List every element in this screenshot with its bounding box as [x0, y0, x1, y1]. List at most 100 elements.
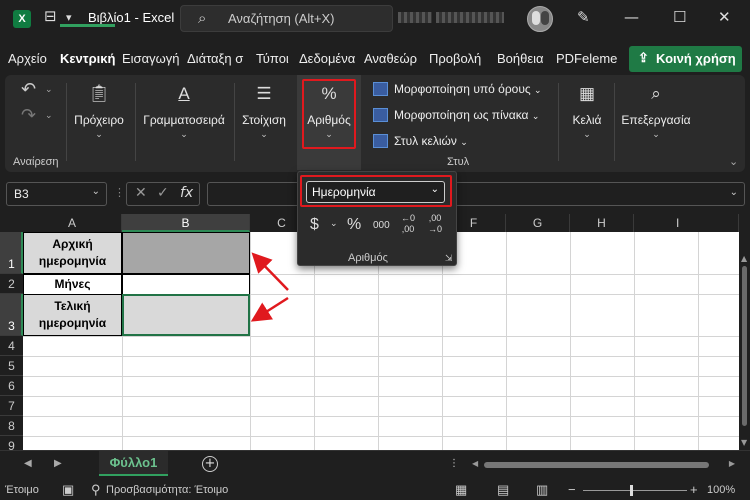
- chevron-down-icon: ⌄: [95, 129, 103, 139]
- accessibility-status[interactable]: Προσβασιμότητα: Έτοιμο: [106, 484, 228, 496]
- scroll-left-icon[interactable]: ◀: [472, 459, 478, 468]
- page-layout-icon[interactable]: ▤: [497, 482, 509, 498]
- maximize-icon[interactable]: ☐: [673, 8, 686, 26]
- row-header-8[interactable]: 8: [0, 416, 23, 436]
- redo-icon[interactable]: ↷: [21, 105, 36, 126]
- increase-decimal-button[interactable]: ←0,00: [401, 213, 415, 235]
- collapse-ribbon-icon[interactable]: ⌄: [729, 155, 738, 168]
- more-icon[interactable]: ⋮: [114, 186, 125, 199]
- cell-b3-selected[interactable]: [122, 294, 250, 336]
- status-bar: Έτοιμο ▣ ⚲ Προσβασιμότητα: Έτοιμο ▦ ▤ ▥ …: [0, 480, 750, 500]
- column-header-i[interactable]: I: [634, 214, 739, 232]
- font-button[interactable]: A Γραμματοσειρά ⌄: [138, 83, 230, 140]
- tab-pdfelement[interactable]: PDFeleme: [556, 51, 617, 66]
- name-box[interactable]: B3 ⌄: [6, 182, 107, 206]
- account-email-redacted: [436, 12, 504, 23]
- tab-file[interactable]: Αρχείο: [8, 51, 47, 66]
- enter-icon[interactable]: ✓: [157, 185, 169, 201]
- row-header-5[interactable]: 5: [0, 356, 23, 376]
- window-title: Βιβλίο1 - Excel: [88, 10, 175, 25]
- cell-a2[interactable]: Μήνες: [23, 274, 122, 295]
- excel-logo-icon: X: [13, 10, 31, 28]
- cell-b1[interactable]: [122, 232, 250, 274]
- zoom-in-icon[interactable]: +: [690, 482, 698, 497]
- tab-home[interactable]: Κεντρική: [60, 51, 115, 66]
- pen-icon[interactable]: ✎: [577, 8, 590, 26]
- currency-format-button[interactable]: $: [310, 216, 319, 234]
- share-button[interactable]: ⇪ Κοινή χρήση: [629, 46, 742, 72]
- add-sheet-icon[interactable]: +: [202, 456, 218, 472]
- insert-function-icon[interactable]: fx: [180, 185, 193, 201]
- conditional-formatting-button[interactable]: Μορφοποίηση υπό όρους ⌄: [373, 82, 542, 102]
- macro-record-icon[interactable]: ▣: [62, 482, 74, 498]
- close-icon[interactable]: ✕: [718, 8, 731, 26]
- clipboard-button[interactable]: 📋︎ Πρόχειρο ⌄: [67, 83, 131, 140]
- search-box[interactable]: ⌕ Αναζήτηση (Alt+X): [180, 5, 393, 32]
- formula-input[interactable]: ⌄: [207, 182, 745, 206]
- quick-access-dropdown-icon[interactable]: ▾: [66, 11, 72, 24]
- editing-button[interactable]: ⌕ Επεξεργασία ⌄: [617, 83, 695, 140]
- prev-sheet-icon[interactable]: ◀: [24, 458, 32, 469]
- column-header-h[interactable]: H: [570, 214, 634, 232]
- page-break-preview-icon[interactable]: ▥: [536, 482, 548, 498]
- accessibility-icon[interactable]: ⚲: [91, 482, 101, 498]
- format-as-table-button[interactable]: Μορφοποίηση ως πίνακα ⌄: [373, 108, 539, 128]
- cell-b2[interactable]: [122, 274, 250, 295]
- vertical-scroll-thumb[interactable]: [742, 266, 747, 426]
- zoom-slider[interactable]: [583, 490, 687, 491]
- cells-button[interactable]: ▦ Κελιά ⌄: [563, 83, 611, 140]
- undo-icon[interactable]: ↶: [21, 79, 36, 100]
- decrease-decimal-button[interactable]: ,00 →0: [428, 213, 442, 235]
- cancel-icon[interactable]: ✕: [135, 185, 147, 201]
- tab-insert[interactable]: Εισαγωγή: [122, 51, 179, 66]
- zoom-slider-knob[interactable]: [630, 485, 633, 496]
- vertical-scrollbar[interactable]: ▲ ▼: [739, 214, 750, 450]
- zoom-level[interactable]: 100%: [707, 484, 735, 496]
- currency-dropdown-icon[interactable]: ⌄: [330, 218, 338, 229]
- dialog-launcher-icon[interactable]: ⇲: [445, 254, 453, 264]
- tab-data[interactable]: Δεδομένα: [299, 51, 355, 66]
- highlight-format-dropdown: [300, 175, 452, 207]
- row-header-6[interactable]: 6: [0, 376, 23, 396]
- cell-a3[interactable]: Τελική ημερομηνία: [23, 294, 122, 336]
- next-sheet-icon[interactable]: ▶: [54, 458, 62, 469]
- horizontal-scroll-thumb[interactable]: [484, 462, 709, 468]
- column-header-a[interactable]: A: [23, 214, 122, 232]
- minimize-icon[interactable]: —: [624, 8, 639, 26]
- alignment-button[interactable]: ☰ Στοίχιση ⌄: [237, 83, 291, 140]
- ribbon-separator: [135, 83, 136, 161]
- tab-help[interactable]: Βοήθεια: [497, 51, 544, 66]
- cell-styles-button[interactable]: Στυλ κελιών ⌄: [373, 134, 468, 154]
- formula-buttons: ✕ ✓ fx: [126, 182, 200, 206]
- search-placeholder: Αναζήτηση (Alt+X): [228, 11, 335, 26]
- select-all-corner[interactable]: [0, 214, 23, 232]
- scroll-right-icon[interactable]: ▶: [729, 459, 735, 468]
- tab-view[interactable]: Προβολή: [429, 51, 481, 66]
- user-avatar[interactable]: [527, 6, 553, 32]
- row-header-7[interactable]: 7: [0, 396, 23, 416]
- chevron-down-icon: ⌄: [531, 111, 540, 121]
- autosave-icon[interactable]: ⊟: [44, 7, 57, 25]
- row-header-3[interactable]: 3: [0, 294, 23, 336]
- zoom-out-icon[interactable]: −: [568, 482, 576, 497]
- scroll-up-icon[interactable]: ▲: [741, 254, 747, 263]
- comma-style-button[interactable]: 000: [373, 220, 390, 231]
- horizontal-scrollbar[interactable]: ◀ ▶: [472, 459, 735, 471]
- expand-formula-bar-icon[interactable]: ⌄: [730, 187, 738, 198]
- redo-dropdown-icon[interactable]: ⌄: [45, 111, 53, 121]
- cell-a1[interactable]: Αρχική ημερομηνία: [23, 232, 122, 274]
- column-header-b[interactable]: B: [122, 214, 250, 232]
- tab-review[interactable]: Αναθεώρ: [364, 51, 417, 66]
- normal-view-icon[interactable]: ▦: [455, 482, 467, 498]
- column-header-g[interactable]: G: [506, 214, 570, 232]
- percent-style-button[interactable]: %: [347, 216, 361, 234]
- row-header-1[interactable]: 1: [0, 232, 23, 274]
- more-options-icon[interactable]: ⋮: [449, 458, 459, 469]
- scroll-down-icon[interactable]: ▼: [741, 438, 747, 447]
- tab-layout[interactable]: Διάταξη σ: [187, 51, 243, 66]
- tab-formulas[interactable]: Τύποι: [256, 51, 289, 66]
- undo-dropdown-icon[interactable]: ⌄: [45, 85, 53, 95]
- row-header-2[interactable]: 2: [0, 274, 23, 294]
- sheet-tab-1[interactable]: Φύλλο1: [99, 451, 168, 476]
- row-header-4[interactable]: 4: [0, 336, 23, 356]
